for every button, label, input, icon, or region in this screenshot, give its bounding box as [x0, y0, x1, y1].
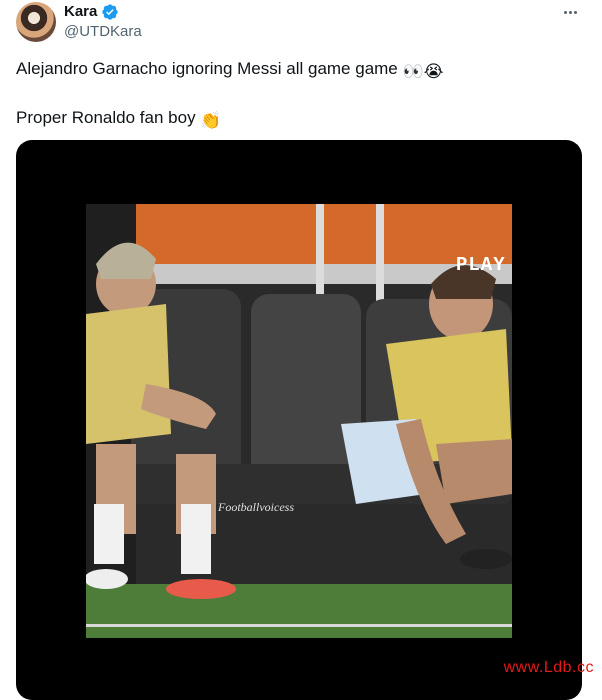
video-watermark: Footballvoicess [218, 500, 294, 514]
tweet[interactable]: Kara @UTDKara Alejandro Garnacho ignorin… [0, 0, 602, 700]
avatar[interactable] [16, 2, 56, 42]
display-name[interactable]: Kara [64, 3, 97, 21]
tweet-line-1: Alejandro Garnacho ignoring Messi all ga… [16, 59, 444, 81]
handle[interactable]: @UTDKara [64, 23, 142, 41]
tweet-text: Alejandro Garnacho ignoring Messi all ga… [16, 58, 576, 132]
verified-badge-icon [101, 3, 119, 21]
site-watermark: www.Ldb.cc [503, 659, 594, 676]
video-frame[interactable]: PLAY Footballvoicess [86, 204, 512, 638]
video-scene-image [86, 204, 512, 638]
clapping-hands-emoji-icon: 👏 [200, 111, 222, 130]
tweet-line-2: Proper Ronaldo fan boy 👏 [16, 108, 222, 130]
video-player[interactable]: PLAY Footballvoicess [16, 140, 582, 700]
play-label: PLAY [456, 254, 512, 276]
eyes-crying-emoji-icon: 👀😭 [402, 62, 444, 81]
more-options-icon[interactable] [558, 2, 582, 22]
author-row: Kara [64, 3, 119, 21]
